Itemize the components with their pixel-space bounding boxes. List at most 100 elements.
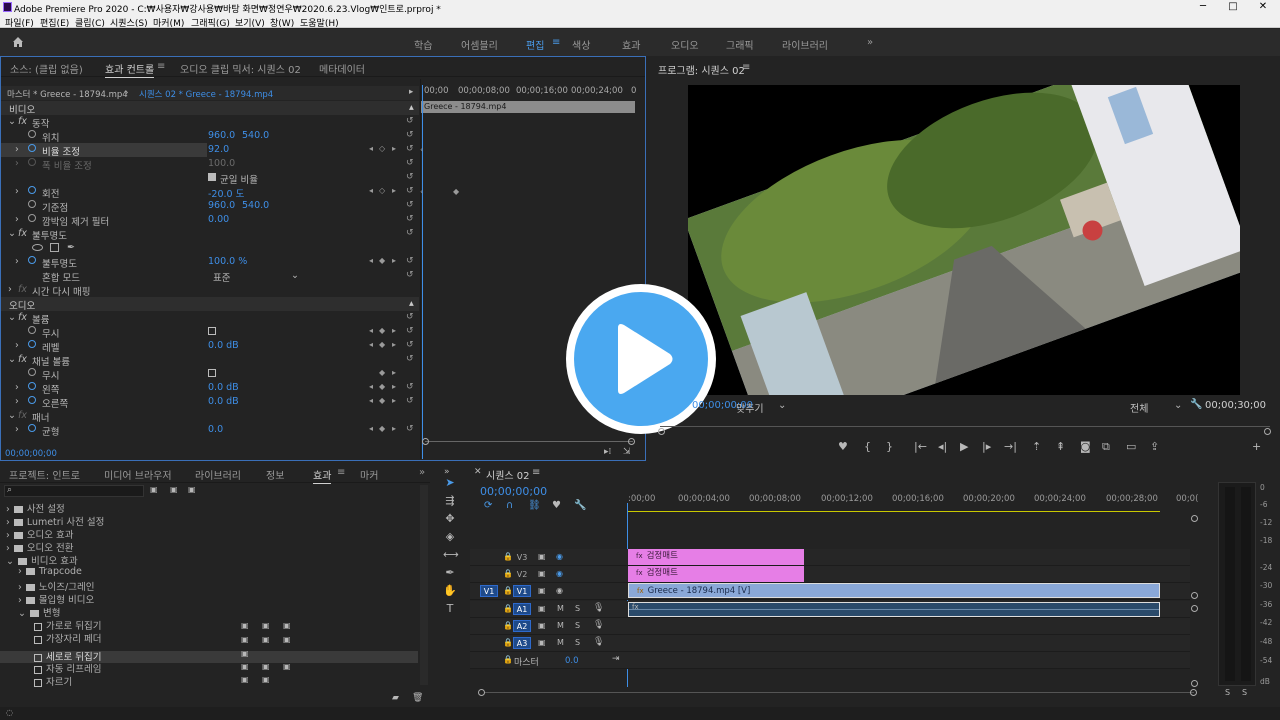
add-keyframe-icon[interactable]: ◆ bbox=[379, 340, 385, 349]
track-name[interactable]: A1 bbox=[513, 603, 531, 615]
vertical-zoom-handle[interactable] bbox=[1191, 680, 1198, 687]
lock-icon[interactable]: 🔒 bbox=[503, 552, 513, 561]
button-editor-icon[interactable]: + bbox=[1252, 440, 1261, 453]
track-v3[interactable] bbox=[470, 549, 1190, 566]
sequence-menu-icon[interactable]: ≡ bbox=[532, 467, 540, 478]
add-marker-icon[interactable]: ♥ bbox=[552, 500, 561, 511]
add-keyframe-icon[interactable]: ◇ bbox=[379, 144, 385, 153]
stopwatch-icon[interactable] bbox=[28, 424, 36, 432]
fx-icon[interactable]: fx bbox=[18, 116, 27, 127]
workspace-assembly[interactable]: 어셈블리 bbox=[461, 37, 498, 52]
tree-item[interactable]: 가로로 뒤집기 bbox=[34, 618, 101, 632]
stopwatch-icon[interactable] bbox=[28, 130, 36, 138]
stopwatch-icon[interactable] bbox=[28, 214, 36, 222]
next-keyframe-icon[interactable]: ▸ bbox=[392, 256, 396, 265]
add-keyframe-icon[interactable]: ◆ bbox=[379, 368, 385, 377]
lock-icon[interactable]: 🔒 bbox=[503, 586, 513, 595]
tree-item[interactable]: ⌄ 변형 bbox=[18, 605, 60, 619]
fx-icon[interactable]: fx bbox=[18, 410, 27, 421]
workspace-audio[interactable]: 오디오 bbox=[671, 37, 699, 52]
opacity-value[interactable]: 100.0 % bbox=[208, 256, 247, 267]
export-frame-icon[interactable]: ⇲ bbox=[623, 447, 631, 457]
sequence-tab[interactable]: 시퀀스 02 bbox=[486, 467, 530, 482]
ripple-edit-tool-icon[interactable]: ✥ bbox=[443, 512, 457, 526]
track-name[interactable]: A3 bbox=[513, 637, 531, 649]
reset-icon[interactable]: ↺ bbox=[406, 186, 414, 196]
reset-icon[interactable]: ↺ bbox=[406, 326, 414, 336]
anchor-y-value[interactable]: 540.0 bbox=[242, 200, 269, 211]
selection-tool-icon[interactable]: ➤ bbox=[443, 476, 457, 490]
expand-icon[interactable]: › bbox=[15, 214, 19, 225]
reset-icon[interactable]: ↺ bbox=[406, 228, 414, 238]
tab-menu-icon[interactable]: ≡ bbox=[157, 61, 165, 72]
tab-source[interactable]: 소스: (클립 없음) bbox=[10, 61, 83, 76]
chevron-down-icon[interactable]: ⌄ bbox=[291, 270, 299, 281]
timeline-zoom-right[interactable] bbox=[1190, 689, 1197, 696]
clip-v1[interactable]: fx Greece - 18794.mp4 [V] bbox=[628, 583, 1160, 598]
tab-effect-controls[interactable]: 효과 컨트롤 bbox=[105, 61, 155, 78]
maximize-button[interactable]: □ bbox=[1226, 1, 1240, 12]
tree-item[interactable]: ⌄ 비디오 효과 bbox=[6, 553, 78, 567]
keyframe-marker-icon[interactable]: ‹ bbox=[420, 145, 423, 154]
menu-edit[interactable]: 편집(E) bbox=[40, 16, 69, 29]
reset-icon[interactable]: ↺ bbox=[406, 382, 414, 392]
next-keyframe-icon[interactable]: ▸ bbox=[392, 340, 396, 349]
add-keyframe-icon[interactable]: ◇ bbox=[379, 186, 385, 195]
ellipse-mask-icon[interactable] bbox=[32, 244, 43, 251]
tab-info[interactable]: 정보 bbox=[266, 467, 284, 482]
go-to-end-icon[interactable]: ⇥ bbox=[612, 654, 620, 664]
chevron-down-icon[interactable]: ⌄ bbox=[1174, 400, 1182, 411]
position-x-value[interactable]: 960.0 bbox=[208, 130, 235, 141]
lock-icon[interactable]: 🔒 bbox=[503, 569, 513, 578]
work-area-bar[interactable] bbox=[628, 511, 1160, 512]
tab-menu-icon[interactable]: ≡ bbox=[337, 467, 345, 478]
play-overlay-icon[interactable] bbox=[604, 322, 678, 396]
microphone-icon[interactable]: 🎙 bbox=[593, 603, 604, 613]
quality-select[interactable]: 전체 bbox=[1130, 400, 1148, 415]
stopwatch-icon[interactable] bbox=[28, 186, 36, 194]
mark-out-icon[interactable]: } bbox=[886, 440, 893, 453]
stopwatch-icon[interactable] bbox=[28, 256, 36, 264]
prev-keyframe-icon[interactable]: ◂ bbox=[369, 340, 373, 349]
master-volume-value[interactable]: 0.0 bbox=[565, 656, 579, 666]
close-button[interactable]: ✕ bbox=[1256, 1, 1270, 12]
expand-icon[interactable]: › bbox=[15, 186, 19, 197]
tab-markers[interactable]: 마커 bbox=[360, 467, 378, 482]
reset-icon[interactable]: ↺ bbox=[406, 130, 414, 140]
prev-keyframe-icon[interactable]: ◂ bbox=[369, 382, 373, 391]
track-select-tool-icon[interactable]: ⇶ bbox=[443, 494, 457, 508]
tree-item[interactable]: 자동 리프레임 bbox=[34, 661, 101, 675]
next-keyframe-icon[interactable]: ▸ bbox=[392, 144, 396, 153]
solo-track-icon[interactable]: S bbox=[575, 621, 580, 630]
workspace-learn[interactable]: 학습 bbox=[414, 37, 432, 52]
sync-lock-icon[interactable]: ▣ bbox=[538, 569, 546, 578]
menu-window[interactable]: 창(W) bbox=[270, 16, 294, 29]
menu-help[interactable]: 도움말(H) bbox=[300, 16, 339, 29]
workspace-editing[interactable]: 편집 bbox=[526, 37, 544, 52]
reset-icon[interactable]: ↺ bbox=[406, 158, 414, 168]
close-tab-icon[interactable]: ✕ bbox=[474, 467, 482, 477]
lock-icon[interactable]: 🔒 bbox=[503, 604, 513, 613]
export-icon[interactable]: ⇪ bbox=[1150, 440, 1159, 453]
stopwatch-icon[interactable] bbox=[28, 396, 36, 404]
tree-item[interactable]: › 오디오 효과 bbox=[6, 527, 74, 541]
snap-icon[interactable]: ∩ bbox=[506, 500, 513, 511]
comparison-icon[interactable]: ⧉ bbox=[1102, 440, 1110, 454]
chevron-down-icon[interactable]: ⌄ bbox=[778, 400, 786, 411]
timeline-zoom-left[interactable] bbox=[478, 689, 485, 696]
tree-item[interactable]: 가장자리 페더 bbox=[34, 631, 101, 645]
accelerated-filter-icon[interactable]: ▣ bbox=[150, 485, 158, 494]
pen-mask-icon[interactable]: ✒ bbox=[67, 242, 75, 253]
add-keyframe-icon[interactable]: ◆ bbox=[379, 382, 385, 391]
next-keyframe-icon[interactable]: ▸ bbox=[392, 368, 396, 377]
reset-icon[interactable]: ↺ bbox=[406, 340, 414, 350]
go-to-in-icon[interactable]: |← bbox=[914, 440, 927, 453]
collapse-icon[interactable]: ▴ bbox=[409, 298, 414, 309]
new-folder-icon[interactable]: ▰ bbox=[392, 693, 399, 703]
sync-lock-icon[interactable]: ▣ bbox=[538, 638, 546, 647]
go-to-out-icon[interactable]: →| bbox=[1004, 440, 1017, 453]
prev-keyframe-icon[interactable]: ◂ bbox=[369, 326, 373, 335]
add-marker-icon[interactable]: ♥ bbox=[838, 440, 848, 453]
blend-mode-select[interactable]: 표준 bbox=[213, 270, 230, 284]
solo-left-button[interactable]: S bbox=[1225, 688, 1230, 697]
